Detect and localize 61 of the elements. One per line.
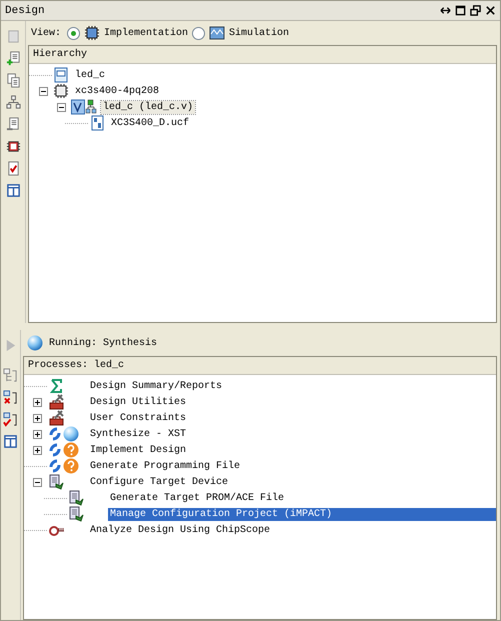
tree-item[interactable]: xc3s400-4pq208 — [73, 84, 162, 98]
chip-icon — [53, 83, 69, 99]
spinning-orb-icon — [26, 335, 43, 351]
checklist-icon[interactable] — [6, 161, 20, 176]
tree-item[interactable]: led_c — [73, 68, 108, 82]
tree-item[interactable]: Generate Programming File — [88, 460, 242, 472]
radio-button[interactable] — [192, 26, 206, 40]
remove-document-icon[interactable] — [6, 117, 20, 132]
radio-label[interactable]: Implementation — [104, 28, 188, 38]
tree-check-icon[interactable] — [2, 412, 18, 427]
radio-label[interactable]: Simulation — [229, 28, 290, 38]
collapse-icon[interactable] — [56, 102, 66, 112]
float-icon[interactable] — [440, 5, 451, 16]
sigma-icon — [48, 378, 64, 394]
expand-icon[interactable] — [33, 414, 42, 422]
column-header: Hierarchy — [33, 49, 88, 60]
tree-item[interactable]: Manage Configuration Project (iMPACT) — [108, 508, 496, 520]
device-icon — [48, 474, 64, 490]
close-icon[interactable] — [485, 5, 496, 16]
status-text: Running: Synthesis — [48, 338, 157, 348]
restore-icon[interactable] — [470, 5, 481, 16]
chip-icon[interactable] — [6, 139, 20, 154]
maximize-icon[interactable] — [455, 5, 466, 16]
running-icon — [48, 425, 79, 443]
tree-item[interactable]: Analyze Design Using ChipScope — [88, 524, 272, 536]
collapse-icon[interactable] — [38, 86, 48, 96]
chip-icon — [84, 25, 100, 41]
tree-item[interactable]: Generate Target PROM/ACE File — [108, 492, 286, 504]
tree-remove-icon[interactable] — [2, 390, 18, 405]
tree-item[interactable]: User Constraints — [88, 412, 188, 424]
out-of-date-icon — [48, 441, 79, 459]
waveform-icon — [209, 25, 226, 41]
out-of-date-icon — [48, 457, 79, 475]
layout-icon[interactable] — [2, 434, 18, 449]
tree-item[interactable]: Design Summary/Reports — [88, 380, 224, 392]
verilog-module-icon — [71, 99, 97, 115]
add-document-icon[interactable] — [6, 51, 20, 66]
column-header: Processes: led_c — [28, 360, 124, 371]
collapse-icon[interactable] — [33, 478, 42, 486]
expand-icon[interactable] — [33, 446, 42, 454]
expand-icon[interactable] — [33, 398, 42, 406]
copy-document-icon[interactable] — [6, 73, 20, 88]
panel-title: Design — [5, 4, 45, 16]
constraints-file-icon — [89, 115, 105, 131]
device-icon — [68, 506, 84, 522]
tree-icon[interactable] — [2, 368, 18, 383]
layout-icon[interactable] — [6, 183, 20, 198]
toolbox-icon — [48, 394, 64, 410]
tree-item[interactable]: Synthesize - XST — [88, 428, 188, 440]
toolbox-icon — [48, 410, 64, 426]
expand-icon[interactable] — [33, 430, 42, 438]
radio-button[interactable] — [67, 26, 80, 40]
tree-item[interactable]: Implement Design — [88, 444, 188, 456]
tree-item[interactable]: Configure Target Device — [88, 476, 230, 488]
tree-item[interactable]: XC3S400_D.ucf — [109, 116, 192, 130]
device-icon — [68, 490, 84, 506]
tree-item[interactable]: Design Utilities — [88, 396, 188, 408]
view-label: View: — [31, 28, 62, 38]
project-icon — [53, 67, 69, 83]
tree-item[interactable]: led_c (led_c.v) — [101, 100, 196, 114]
hierarchy-icon[interactable] — [6, 95, 20, 110]
